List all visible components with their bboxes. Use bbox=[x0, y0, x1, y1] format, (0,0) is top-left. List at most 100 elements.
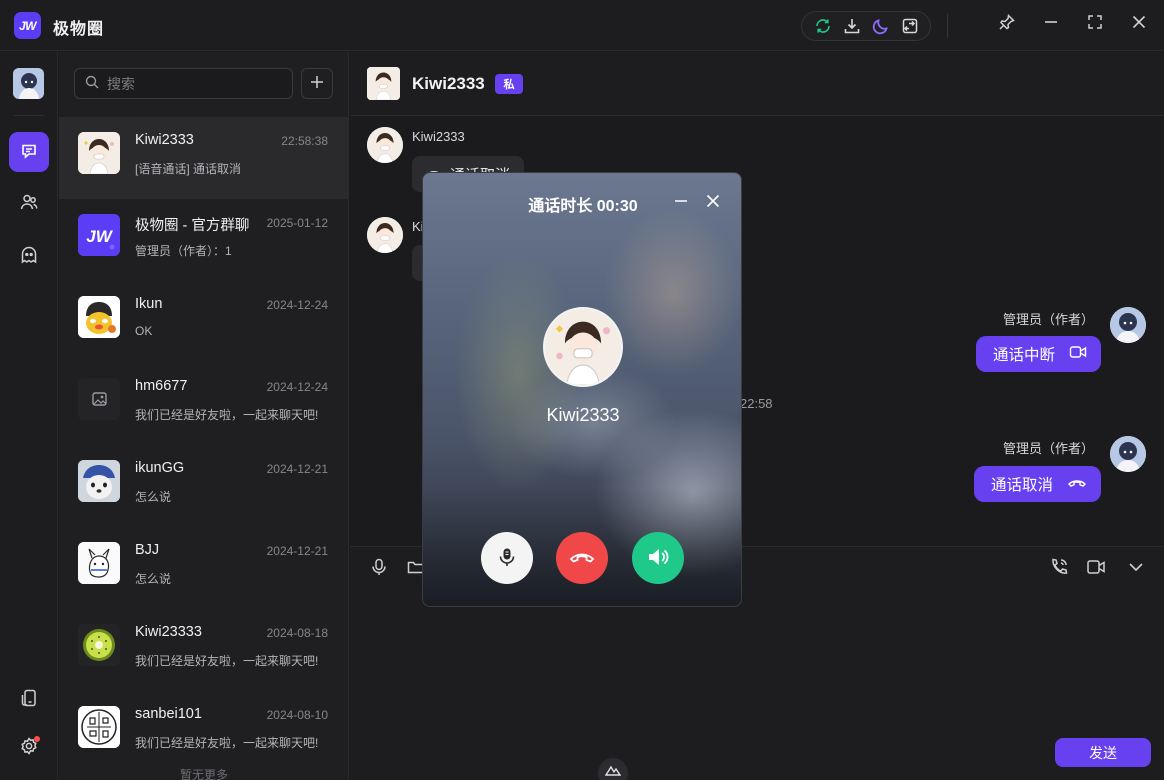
hangup-icon bbox=[569, 548, 595, 569]
conversation-item[interactable]: Kiwi2333 22:58:38 [语音通话] 通话取消 bbox=[59, 117, 348, 199]
avatar bbox=[78, 378, 120, 420]
conversation-panel: Kiwi2333 22:58:38 [语音通话] 通话取消 JW 极物圈 - 官… bbox=[59, 52, 349, 780]
search-box[interactable] bbox=[74, 68, 293, 99]
conversation-preview: OK bbox=[135, 324, 153, 338]
message-sender: 管理员（作者） bbox=[1002, 441, 1094, 456]
chat-avatar[interactable] bbox=[367, 67, 400, 100]
conversation-time: 2024-12-24 bbox=[266, 298, 328, 312]
conversation-item[interactable]: hm6677 2024-12-24 我们已经是好友啦，一起来聊天吧! bbox=[59, 363, 348, 445]
call-interrupted-bubble[interactable]: 通话中断 bbox=[975, 336, 1101, 372]
send-button[interactable]: 发送 bbox=[1055, 738, 1151, 767]
close-icon[interactable] bbox=[1128, 11, 1150, 33]
title-bar: JW 极物圈 bbox=[0, 0, 1164, 51]
conversation-list: Kiwi2333 22:58:38 [语音通话] 通话取消 JW 极物圈 - 官… bbox=[59, 117, 348, 773]
expand-handle[interactable] bbox=[598, 758, 628, 780]
search-icon bbox=[85, 75, 99, 92]
avatar bbox=[78, 542, 120, 584]
mute-button[interactable] bbox=[481, 532, 533, 584]
add-button[interactable] bbox=[301, 68, 333, 99]
video-call-icon[interactable] bbox=[1085, 556, 1107, 578]
avatar bbox=[78, 460, 120, 502]
pin-icon[interactable] bbox=[996, 11, 1018, 33]
microphone-icon bbox=[496, 546, 518, 571]
speaker-icon bbox=[646, 546, 670, 571]
chat-title: Kiwi2333 bbox=[412, 74, 485, 93]
conversation-time: 2025-01-12 bbox=[266, 216, 328, 230]
conversation-name: Kiwi23333 bbox=[135, 624, 202, 640]
conversation-time: 22:58:38 bbox=[281, 134, 328, 148]
nav-discover[interactable] bbox=[9, 236, 49, 276]
hangup-button[interactable] bbox=[556, 532, 608, 584]
contacts-icon bbox=[19, 192, 39, 215]
conversation-name: hm6677 bbox=[135, 378, 188, 394]
device-icon bbox=[19, 688, 39, 711]
avatar bbox=[78, 624, 120, 666]
conversation-item[interactable]: Ikun 2024-12-24 OK bbox=[59, 281, 348, 363]
conversation-name: Kiwi2333 bbox=[135, 132, 194, 148]
ghost-icon bbox=[19, 245, 39, 268]
message-avatar[interactable] bbox=[367, 127, 403, 163]
conversation-time: 2024-12-21 bbox=[266, 544, 328, 558]
avatar bbox=[78, 296, 120, 338]
conversation-time: 2024-12-24 bbox=[266, 380, 328, 394]
message-avatar[interactable] bbox=[1110, 307, 1146, 343]
caller-name: Kiwi2333 bbox=[546, 405, 620, 425]
conversation-name: BJJ bbox=[135, 542, 160, 558]
maximize-icon[interactable] bbox=[1084, 11, 1106, 33]
conversation-time: 2024-08-10 bbox=[266, 708, 328, 722]
nav-contacts[interactable] bbox=[9, 183, 49, 223]
conversation-name: Ikun bbox=[135, 296, 163, 312]
minimize-icon[interactable] bbox=[1040, 11, 1062, 33]
chevron-down-icon[interactable] bbox=[1125, 556, 1147, 578]
microphone-icon[interactable] bbox=[368, 556, 390, 578]
close-icon[interactable] bbox=[705, 193, 721, 209]
conversation-item[interactable]: Kiwi23333 2024-08-18 我们已经是好友啦，一起来聊天吧! bbox=[59, 609, 348, 691]
plus-icon bbox=[310, 75, 324, 92]
conversation-item[interactable]: BJJ 2024-12-21 怎么说 bbox=[59, 527, 348, 609]
nav-chat[interactable] bbox=[9, 132, 49, 172]
nav-rail bbox=[0, 52, 58, 780]
app-logo: JW bbox=[14, 12, 41, 39]
private-badge: 私 bbox=[495, 74, 523, 94]
window-switch-icon[interactable] bbox=[899, 15, 921, 37]
message-text: 通话取消 bbox=[990, 477, 1053, 494]
call-avatar bbox=[543, 307, 623, 387]
titlebar-divider bbox=[947, 14, 948, 38]
message-timestamp: 22:58 bbox=[740, 396, 773, 411]
mountain-icon bbox=[604, 764, 622, 779]
conversation-name: 极物圈 - 官方群聊 bbox=[135, 218, 250, 234]
rail-divider bbox=[14, 115, 44, 116]
conversation-preview: 怎么说 bbox=[135, 572, 172, 586]
avatar: JW bbox=[78, 214, 120, 256]
avatar bbox=[78, 706, 120, 748]
message-sender: Kiwi2333 bbox=[412, 129, 465, 144]
conversation-name: ikunGG bbox=[135, 460, 185, 476]
download-icon[interactable] bbox=[841, 15, 863, 37]
user-avatar[interactable] bbox=[13, 68, 44, 99]
message-avatar[interactable] bbox=[1110, 436, 1146, 472]
conversation-item[interactable]: JW 极物圈 - 官方群聊 2025-01-12 管理员（作者）：1 bbox=[59, 199, 348, 281]
conversation-preview: 我们已经是好友啦，一起来聊天吧! bbox=[135, 736, 319, 750]
svg-text:JW: JW bbox=[86, 227, 113, 246]
chat-bubble-icon bbox=[20, 142, 38, 163]
speaker-button[interactable] bbox=[632, 532, 684, 584]
minimize-icon[interactable] bbox=[673, 193, 689, 209]
message-sender: 管理员（作者） bbox=[1002, 312, 1094, 327]
chat-header: Kiwi2333 私 bbox=[350, 52, 1164, 116]
conversation-preview: [语音通话] 通话取消 bbox=[135, 162, 242, 176]
list-footer: 暂无更多 bbox=[179, 768, 228, 780]
call-window: 通话时长 00:30 Kiwi2333 bbox=[422, 172, 742, 607]
call-duration: 通话时长 00:30 bbox=[528, 198, 638, 215]
nav-settings[interactable] bbox=[9, 727, 49, 767]
message-avatar[interactable] bbox=[367, 217, 403, 253]
conversation-item[interactable]: sanbei101 2024-08-10 我们已经是好友啦，一起来聊天吧! bbox=[59, 691, 348, 773]
moon-icon[interactable] bbox=[870, 15, 892, 37]
app-title: 极物圈 bbox=[53, 21, 105, 38]
voice-call-icon[interactable] bbox=[1048, 556, 1070, 578]
sync-icon[interactable] bbox=[812, 15, 834, 37]
search-input[interactable] bbox=[107, 75, 277, 92]
message-text: 通话中断 bbox=[992, 347, 1055, 364]
call-cancelled-bubble[interactable]: 通话取消 bbox=[973, 466, 1101, 502]
conversation-item[interactable]: ikunGG 2024-12-21 怎么说 bbox=[59, 445, 348, 527]
nav-device[interactable] bbox=[9, 679, 49, 719]
